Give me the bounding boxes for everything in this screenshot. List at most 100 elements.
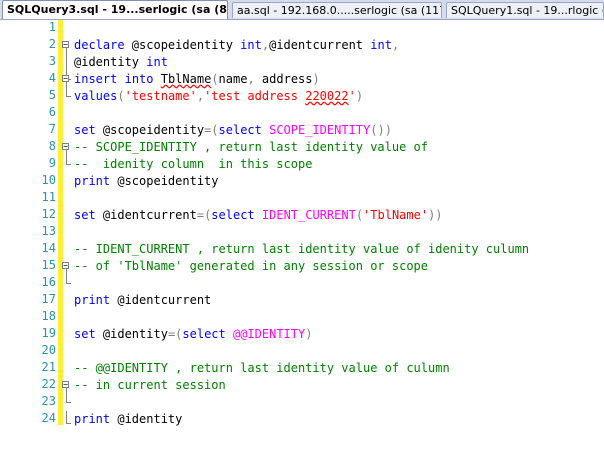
table-name: TblName [160, 72, 212, 86]
operator: )) [428, 208, 443, 222]
outline-end [66, 283, 71, 284]
keyword: print [74, 293, 111, 307]
variable: @scopeidentity [124, 38, 241, 52]
code-line-21: -- @@IDENTITY , return last identity val… [74, 361, 450, 375]
tab-sqlquery3[interactable]: SQLQuery3.sql - 19...serlogic (sa (87))* [2, 0, 228, 19]
line-number: 18 [41, 309, 56, 323]
tab-aa-sql[interactable]: aa.sql - 192.168.0.....serlogic (sa (117… [232, 2, 442, 18]
variable: @identcurrent [110, 293, 212, 307]
line-number: 16 [41, 275, 56, 289]
string-literal: 'TblName' [363, 208, 429, 222]
outline-end [66, 402, 71, 403]
line-number: 8 [48, 139, 56, 153]
code-line-8: -- SCOPE_IDENTITY , return last identity… [74, 140, 429, 154]
line-number: 3 [48, 54, 56, 68]
code-line-10: print @scopeidentity [74, 173, 219, 190]
line-number: 13 [41, 224, 56, 238]
operator: =( [167, 327, 183, 341]
function-name: SCOPE_IDENTITY [269, 123, 371, 137]
keyword: print [74, 174, 111, 188]
keyword: int [146, 55, 168, 69]
outline-guide [66, 269, 67, 283]
outline-guide [66, 150, 67, 164]
line-number: 14 [41, 241, 56, 255]
line-number: 11 [41, 190, 56, 204]
line-number: 6 [48, 105, 56, 119]
code-line-17: print @identcurrent [74, 292, 211, 309]
operator: =( [196, 208, 212, 222]
line-number: 20 [41, 343, 56, 357]
variable: @scopeidentity [110, 174, 219, 188]
code-line-14: -- IDENT_CURRENT , return last identity … [74, 242, 530, 256]
variable: @identcurrent [269, 38, 371, 52]
keyword: select [211, 208, 255, 222]
line-number: 1 [48, 20, 56, 34]
operator: , [391, 38, 400, 52]
line-number: 2 [48, 37, 56, 51]
collapse-icon[interactable]: − [62, 41, 69, 49]
document-tab-bar: SQLQuery3.sql - 19...serlogic (sa (87))*… [0, 0, 604, 20]
operator: =( [204, 123, 219, 137]
outline-guide [66, 82, 67, 96]
code-line-4: insert into TblName(name, address) [74, 71, 320, 88]
keyword: int [240, 38, 262, 52]
operator: ( [117, 89, 125, 103]
keyword: print [74, 412, 111, 426]
keyword: set [74, 123, 96, 137]
keyword: set [74, 208, 96, 222]
code-line-22: -- in current session [74, 378, 226, 392]
keyword: select [218, 123, 262, 137]
line-number: 22 [41, 377, 56, 391]
operator: ) [305, 327, 313, 341]
column-name: address [261, 72, 313, 86]
line-number: 4 [48, 71, 56, 85]
outline-end [66, 96, 71, 97]
keyword: int [370, 38, 392, 52]
operator: ) [312, 72, 320, 86]
tab-sqlquery1[interactable]: SQLQuery1.sql - 19...rlogic (sa (89))* [446, 2, 604, 18]
line-number: 24 [41, 411, 56, 425]
collapse-icon[interactable]: − [62, 75, 69, 83]
variable: @scopeidentity [95, 123, 205, 137]
keyword: insert [74, 72, 118, 86]
code-line-24: print @identity [74, 411, 182, 428]
outline-end [66, 164, 71, 165]
query-editor[interactable]: 1 2 3 4 5 6 7 8 9 10 11 12 13 14 15 16 1… [0, 20, 604, 461]
line-number: 10 [41, 173, 56, 187]
line-number: 9 [48, 156, 56, 170]
outline-end [66, 423, 71, 424]
code-line-19: set @identity=(select @@IDENTITY) [74, 326, 312, 343]
keyword: select [182, 327, 226, 341]
operator: , [247, 72, 255, 86]
code-line-12: set @identcurrent=(select IDENT_CURRENT(… [74, 207, 443, 224]
line-number: 19 [41, 326, 56, 340]
keyword: into [124, 72, 154, 86]
variable: @identity [95, 327, 168, 341]
line-number: 17 [41, 292, 56, 306]
code-line-2: declare @scopeidentity int,@identcurrent… [74, 37, 399, 54]
collapse-icon[interactable]: − [62, 262, 69, 270]
collapse-icon[interactable]: − [62, 381, 69, 389]
string-literal: 'testname' [124, 89, 197, 103]
collapse-icon[interactable]: − [62, 143, 69, 151]
string-literal: ' [348, 89, 356, 103]
line-number: 12 [41, 207, 56, 221]
operator: ( [355, 208, 364, 222]
operator: , [261, 38, 270, 52]
outline-guide [66, 388, 67, 402]
function-name: @@IDENTITY [232, 327, 306, 341]
code-line-7: set @scopeidentity=(select SCOPE_IDENTIT… [74, 122, 392, 139]
line-number: 7 [48, 122, 56, 136]
keyword: declare [74, 38, 125, 52]
line-number: 21 [41, 360, 56, 374]
line-number: 5 [48, 88, 56, 102]
code-line-9: -- idenity column in this scope [74, 157, 313, 171]
code-line-5: values('testname','test address 220022') [74, 88, 363, 105]
code-line-15: -- of 'TblName' generated in any session… [74, 259, 429, 273]
code-line-3: @identity int [74, 54, 168, 71]
